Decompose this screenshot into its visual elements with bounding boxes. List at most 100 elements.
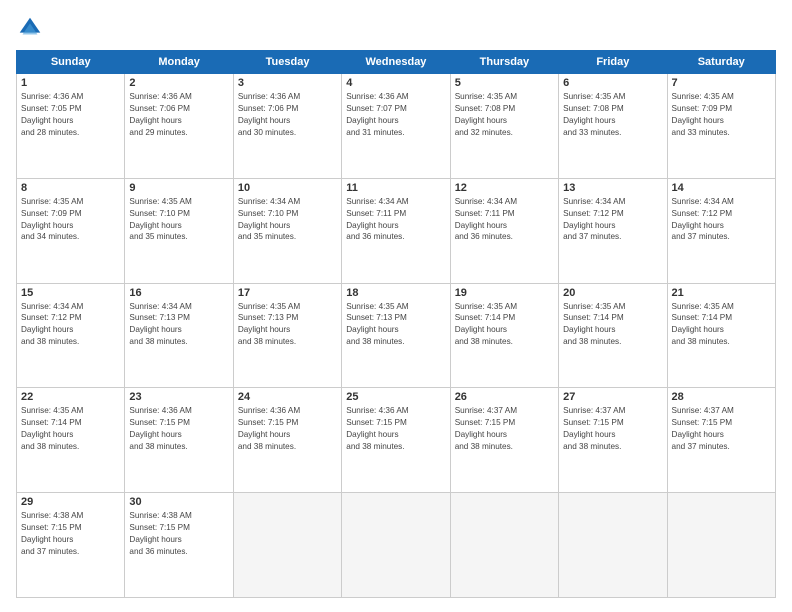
calendar-day-cell: 25 Sunrise: 4:36 AM Sunset: 7:15 PM Dayl… bbox=[342, 388, 450, 493]
day-number: 20 bbox=[563, 287, 662, 299]
logo-icon bbox=[16, 14, 44, 42]
calendar-day-cell: 6 Sunrise: 4:35 AM Sunset: 7:08 PM Dayli… bbox=[559, 74, 667, 179]
page: SundayMondayTuesdayWednesdayThursdayFrid… bbox=[0, 0, 792, 612]
calendar-day-cell: 3 Sunrise: 4:36 AM Sunset: 7:06 PM Dayli… bbox=[233, 74, 341, 179]
weekday-header-row: SundayMondayTuesdayWednesdayThursdayFrid… bbox=[17, 51, 776, 74]
calendar-day-cell: 24 Sunrise: 4:36 AM Sunset: 7:15 PM Dayl… bbox=[233, 388, 341, 493]
day-details: Sunrise: 4:34 AM Sunset: 7:13 PM Dayligh… bbox=[129, 301, 228, 349]
calendar-table: SundayMondayTuesdayWednesdayThursdayFrid… bbox=[16, 50, 776, 598]
day-number: 17 bbox=[238, 287, 337, 299]
day-details: Sunrise: 4:36 AM Sunset: 7:06 PM Dayligh… bbox=[238, 91, 337, 139]
day-number: 16 bbox=[129, 287, 228, 299]
calendar-day-cell: 10 Sunrise: 4:34 AM Sunset: 7:10 PM Dayl… bbox=[233, 178, 341, 283]
day-number: 12 bbox=[455, 182, 554, 194]
calendar-day-cell: 30 Sunrise: 4:38 AM Sunset: 7:15 PM Dayl… bbox=[125, 493, 233, 598]
day-number: 21 bbox=[672, 287, 771, 299]
day-details: Sunrise: 4:34 AM Sunset: 7:11 PM Dayligh… bbox=[455, 196, 554, 244]
day-number: 25 bbox=[346, 391, 445, 403]
weekday-header-cell: Saturday bbox=[667, 51, 775, 74]
calendar-body: 1 Sunrise: 4:36 AM Sunset: 7:05 PM Dayli… bbox=[17, 74, 776, 598]
day-details: Sunrise: 4:36 AM Sunset: 7:07 PM Dayligh… bbox=[346, 91, 445, 139]
day-details: Sunrise: 4:35 AM Sunset: 7:08 PM Dayligh… bbox=[563, 91, 662, 139]
day-number: 14 bbox=[672, 182, 771, 194]
calendar-day-cell: 23 Sunrise: 4:36 AM Sunset: 7:15 PM Dayl… bbox=[125, 388, 233, 493]
calendar-week-row: 8 Sunrise: 4:35 AM Sunset: 7:09 PM Dayli… bbox=[17, 178, 776, 283]
calendar-day-cell bbox=[559, 493, 667, 598]
weekday-header-cell: Friday bbox=[559, 51, 667, 74]
day-details: Sunrise: 4:35 AM Sunset: 7:14 PM Dayligh… bbox=[21, 405, 120, 453]
day-number: 10 bbox=[238, 182, 337, 194]
day-details: Sunrise: 4:38 AM Sunset: 7:15 PM Dayligh… bbox=[129, 510, 228, 558]
day-details: Sunrise: 4:35 AM Sunset: 7:14 PM Dayligh… bbox=[455, 301, 554, 349]
day-details: Sunrise: 4:36 AM Sunset: 7:05 PM Dayligh… bbox=[21, 91, 120, 139]
calendar-day-cell: 27 Sunrise: 4:37 AM Sunset: 7:15 PM Dayl… bbox=[559, 388, 667, 493]
weekday-header-cell: Sunday bbox=[17, 51, 125, 74]
header bbox=[16, 14, 776, 42]
calendar-day-cell: 29 Sunrise: 4:38 AM Sunset: 7:15 PM Dayl… bbox=[17, 493, 125, 598]
day-details: Sunrise: 4:35 AM Sunset: 7:14 PM Dayligh… bbox=[563, 301, 662, 349]
day-number: 7 bbox=[672, 77, 771, 89]
day-details: Sunrise: 4:38 AM Sunset: 7:15 PM Dayligh… bbox=[21, 510, 120, 558]
day-details: Sunrise: 4:37 AM Sunset: 7:15 PM Dayligh… bbox=[672, 405, 771, 453]
calendar-day-cell: 1 Sunrise: 4:36 AM Sunset: 7:05 PM Dayli… bbox=[17, 74, 125, 179]
day-number: 30 bbox=[129, 496, 228, 508]
calendar-day-cell bbox=[450, 493, 558, 598]
calendar-day-cell: 22 Sunrise: 4:35 AM Sunset: 7:14 PM Dayl… bbox=[17, 388, 125, 493]
calendar-day-cell: 15 Sunrise: 4:34 AM Sunset: 7:12 PM Dayl… bbox=[17, 283, 125, 388]
calendar-day-cell bbox=[667, 493, 775, 598]
day-details: Sunrise: 4:36 AM Sunset: 7:06 PM Dayligh… bbox=[129, 91, 228, 139]
calendar-day-cell: 5 Sunrise: 4:35 AM Sunset: 7:08 PM Dayli… bbox=[450, 74, 558, 179]
day-number: 9 bbox=[129, 182, 228, 194]
day-details: Sunrise: 4:34 AM Sunset: 7:12 PM Dayligh… bbox=[563, 196, 662, 244]
calendar-day-cell: 26 Sunrise: 4:37 AM Sunset: 7:15 PM Dayl… bbox=[450, 388, 558, 493]
day-number: 18 bbox=[346, 287, 445, 299]
calendar-day-cell: 7 Sunrise: 4:35 AM Sunset: 7:09 PM Dayli… bbox=[667, 74, 775, 179]
day-details: Sunrise: 4:35 AM Sunset: 7:08 PM Dayligh… bbox=[455, 91, 554, 139]
day-details: Sunrise: 4:36 AM Sunset: 7:15 PM Dayligh… bbox=[238, 405, 337, 453]
day-details: Sunrise: 4:35 AM Sunset: 7:09 PM Dayligh… bbox=[672, 91, 771, 139]
day-number: 8 bbox=[21, 182, 120, 194]
day-details: Sunrise: 4:36 AM Sunset: 7:15 PM Dayligh… bbox=[129, 405, 228, 453]
calendar-day-cell: 19 Sunrise: 4:35 AM Sunset: 7:14 PM Dayl… bbox=[450, 283, 558, 388]
calendar-day-cell: 21 Sunrise: 4:35 AM Sunset: 7:14 PM Dayl… bbox=[667, 283, 775, 388]
day-number: 2 bbox=[129, 77, 228, 89]
day-number: 19 bbox=[455, 287, 554, 299]
weekday-header-cell: Thursday bbox=[450, 51, 558, 74]
weekday-header-cell: Monday bbox=[125, 51, 233, 74]
day-details: Sunrise: 4:34 AM Sunset: 7:12 PM Dayligh… bbox=[21, 301, 120, 349]
day-number: 15 bbox=[21, 287, 120, 299]
day-details: Sunrise: 4:37 AM Sunset: 7:15 PM Dayligh… bbox=[563, 405, 662, 453]
day-details: Sunrise: 4:37 AM Sunset: 7:15 PM Dayligh… bbox=[455, 405, 554, 453]
calendar-day-cell bbox=[342, 493, 450, 598]
day-details: Sunrise: 4:36 AM Sunset: 7:15 PM Dayligh… bbox=[346, 405, 445, 453]
calendar-week-row: 22 Sunrise: 4:35 AM Sunset: 7:14 PM Dayl… bbox=[17, 388, 776, 493]
day-number: 24 bbox=[238, 391, 337, 403]
calendar-week-row: 1 Sunrise: 4:36 AM Sunset: 7:05 PM Dayli… bbox=[17, 74, 776, 179]
calendar-day-cell: 11 Sunrise: 4:34 AM Sunset: 7:11 PM Dayl… bbox=[342, 178, 450, 283]
day-number: 1 bbox=[21, 77, 120, 89]
calendar-day-cell: 2 Sunrise: 4:36 AM Sunset: 7:06 PM Dayli… bbox=[125, 74, 233, 179]
day-details: Sunrise: 4:34 AM Sunset: 7:12 PM Dayligh… bbox=[672, 196, 771, 244]
day-number: 27 bbox=[563, 391, 662, 403]
day-number: 5 bbox=[455, 77, 554, 89]
day-details: Sunrise: 4:35 AM Sunset: 7:13 PM Dayligh… bbox=[346, 301, 445, 349]
weekday-header-cell: Wednesday bbox=[342, 51, 450, 74]
day-details: Sunrise: 4:35 AM Sunset: 7:10 PM Dayligh… bbox=[129, 196, 228, 244]
calendar-day-cell: 14 Sunrise: 4:34 AM Sunset: 7:12 PM Dayl… bbox=[667, 178, 775, 283]
calendar-day-cell: 28 Sunrise: 4:37 AM Sunset: 7:15 PM Dayl… bbox=[667, 388, 775, 493]
logo bbox=[16, 14, 48, 42]
calendar-day-cell: 9 Sunrise: 4:35 AM Sunset: 7:10 PM Dayli… bbox=[125, 178, 233, 283]
day-details: Sunrise: 4:35 AM Sunset: 7:13 PM Dayligh… bbox=[238, 301, 337, 349]
day-number: 29 bbox=[21, 496, 120, 508]
day-details: Sunrise: 4:35 AM Sunset: 7:09 PM Dayligh… bbox=[21, 196, 120, 244]
day-number: 22 bbox=[21, 391, 120, 403]
day-number: 3 bbox=[238, 77, 337, 89]
calendar-day-cell: 18 Sunrise: 4:35 AM Sunset: 7:13 PM Dayl… bbox=[342, 283, 450, 388]
day-number: 26 bbox=[455, 391, 554, 403]
calendar-day-cell: 13 Sunrise: 4:34 AM Sunset: 7:12 PM Dayl… bbox=[559, 178, 667, 283]
calendar-day-cell: 17 Sunrise: 4:35 AM Sunset: 7:13 PM Dayl… bbox=[233, 283, 341, 388]
calendar-day-cell: 4 Sunrise: 4:36 AM Sunset: 7:07 PM Dayli… bbox=[342, 74, 450, 179]
day-number: 13 bbox=[563, 182, 662, 194]
day-number: 28 bbox=[672, 391, 771, 403]
day-details: Sunrise: 4:34 AM Sunset: 7:11 PM Dayligh… bbox=[346, 196, 445, 244]
